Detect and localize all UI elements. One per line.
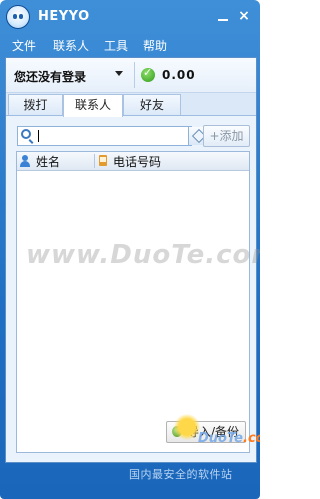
menu-tools[interactable]: 工具 [104,37,128,54]
menu-contacts[interactable]: 联系人 [53,37,89,54]
tab-contacts[interactable]: 联系人 [63,94,123,117]
text-caret [38,130,39,142]
window-title: HEYYO [38,9,90,24]
footer-tagline: 国内最安全的软件站 [129,468,233,481]
tab-bar: 拨打 联系人 好友 [6,93,256,117]
close-button[interactable]: × [236,8,252,24]
column-phone-header[interactable]: 电话号码 [113,153,161,170]
login-status-text[interactable]: 您还没有登录 [14,68,86,85]
minimize-button[interactable] [215,8,231,24]
app-logo-icon [6,5,30,29]
main-panel: 您还没有登录 0.00 拨打 联系人 好友 +添加 姓名 电话号码 [5,57,260,463]
menu-help[interactable]: 帮助 [143,37,167,54]
list-header: 姓名 电话号码 [17,152,249,171]
search-input[interactable] [36,128,176,143]
column-name-header[interactable]: 姓名 [36,153,60,170]
footer-brand-accent: .com [243,431,260,446]
phone-icon [99,155,107,166]
sun-icon [174,414,200,440]
balance-value: 0.00 [162,68,196,82]
search-box [17,126,208,146]
footer-brand: DuoTe.com [198,431,260,446]
footer-brand-main: DuoTe [198,431,243,446]
app-window: HEYYO × 文件 联系人 工具 帮助 您还没有登录 0.00 拨打 联系人 … [0,0,260,499]
watermark-text: www.DuoTe.com [26,240,260,270]
menu-file[interactable]: 文件 [12,37,36,54]
title-bar[interactable]: HEYYO × [0,0,260,34]
user-icon [20,155,30,167]
search-icon [21,129,31,139]
tab-dial[interactable]: 拨打 [8,94,63,115]
chevron-down-icon[interactable] [115,71,123,76]
menu-bar: 文件 联系人 工具 帮助 [0,34,260,56]
column-divider[interactable] [94,154,95,168]
check-circle-icon [141,66,155,82]
add-contact-button[interactable]: +添加 [203,125,250,147]
footer-logo: DuoTe.com [172,414,260,452]
tab-friends[interactable]: 好友 [123,94,181,115]
contact-list[interactable]: 姓名 电话号码 [16,151,250,453]
status-row: 您还没有登录 0.00 [6,58,256,93]
divider [134,62,135,88]
